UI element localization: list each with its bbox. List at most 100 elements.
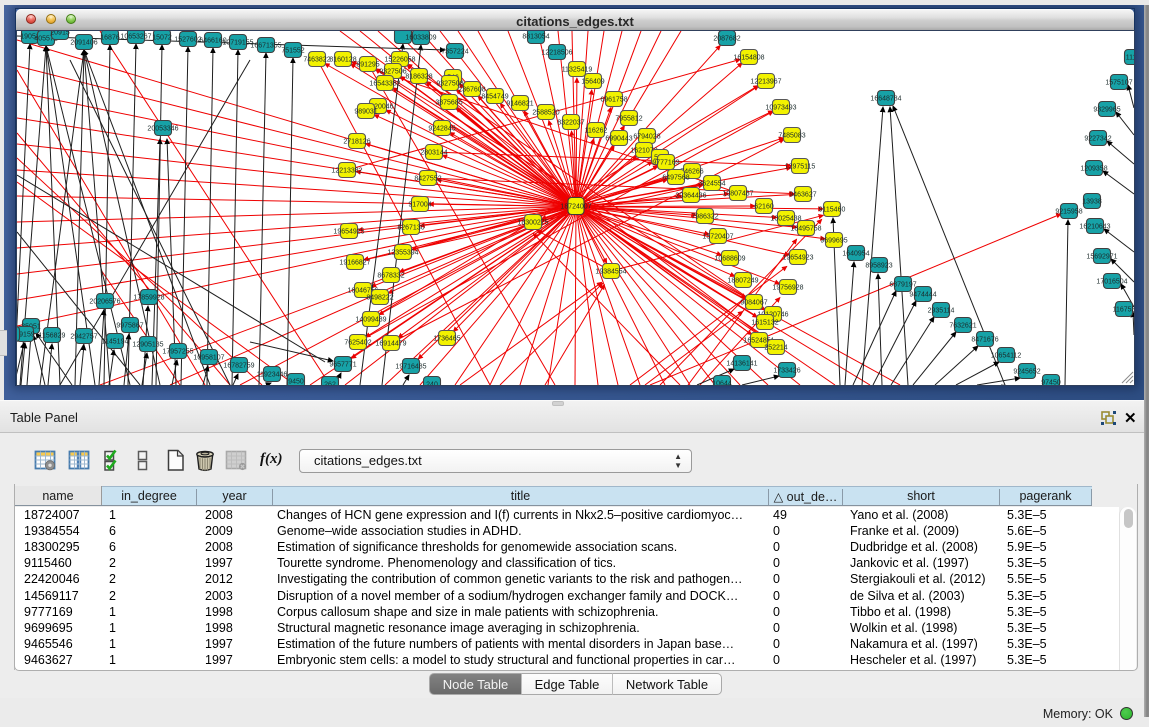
svg-text:16782759: 16782759 xyxy=(223,363,254,370)
svg-text:9474444: 9474444 xyxy=(909,292,936,299)
svg-text:62160: 62160 xyxy=(754,204,774,211)
svg-text:18495758: 18495758 xyxy=(790,226,821,233)
svg-text:17859928: 17859928 xyxy=(133,295,164,302)
svg-text:156409: 156409 xyxy=(581,79,604,86)
svg-text:19654923: 19654923 xyxy=(782,255,813,262)
svg-text:9084067: 9084067 xyxy=(740,300,767,307)
svg-text:3624554: 3624554 xyxy=(698,181,725,188)
svg-text:15720407: 15720407 xyxy=(702,234,733,241)
svg-text:10025438: 10025438 xyxy=(770,216,801,223)
svg-text:10688609: 10688609 xyxy=(714,256,745,263)
svg-text:16210643: 16210643 xyxy=(1079,224,1110,231)
svg-text:2803144: 2803144 xyxy=(420,150,447,157)
svg-text:1156829: 1156829 xyxy=(39,333,66,340)
svg-text:17016504: 17016504 xyxy=(1096,279,1127,286)
svg-text:9245652: 9245652 xyxy=(1013,369,1040,376)
svg-text:20206576: 20206576 xyxy=(89,299,120,306)
svg-text:16154808: 16154808 xyxy=(733,55,764,62)
svg-text:7357224: 7357224 xyxy=(441,49,468,56)
svg-text:2367608: 2367608 xyxy=(458,87,485,94)
svg-text:9146821: 9146821 xyxy=(506,101,533,108)
svg-text:9657771: 9657771 xyxy=(329,362,356,369)
svg-text:1736465: 1736465 xyxy=(433,336,460,343)
svg-text:6794028: 6794028 xyxy=(633,134,660,141)
svg-text:10958107: 10958107 xyxy=(193,355,224,362)
svg-text:8678332: 8678332 xyxy=(377,273,404,280)
svg-text:19716485: 19716485 xyxy=(395,364,426,371)
svg-text:1575107: 1575107 xyxy=(1105,80,1132,87)
svg-text:10644: 10644 xyxy=(712,381,732,386)
svg-text:97450: 97450 xyxy=(1041,380,1061,386)
svg-text:8498222: 8498222 xyxy=(366,295,393,302)
svg-text:240: 240 xyxy=(426,382,438,386)
svg-text:10807487: 10807487 xyxy=(722,191,753,198)
svg-text:3875685: 3875685 xyxy=(435,100,462,107)
svg-text:252214: 252214 xyxy=(764,345,787,352)
svg-text:1615132: 1615132 xyxy=(751,320,778,327)
svg-text:16033809: 16033809 xyxy=(405,35,436,42)
svg-text:6879197: 6879197 xyxy=(889,282,916,289)
svg-text:116753: 116753 xyxy=(1113,307,1134,314)
svg-text:9329965: 9329965 xyxy=(1093,107,1120,114)
svg-text:14136141: 14136141 xyxy=(726,361,757,368)
svg-text:12975115: 12975115 xyxy=(785,164,816,171)
svg-text:16648784: 16648784 xyxy=(870,96,901,103)
svg-text:1640954: 1640954 xyxy=(842,251,869,258)
svg-text:7955812: 7955812 xyxy=(615,116,642,123)
svg-text:7625402: 7625402 xyxy=(344,340,371,347)
svg-text:2091406: 2091406 xyxy=(70,40,97,47)
svg-text:2935114: 2935114 xyxy=(928,308,955,315)
svg-text:7632621: 7632621 xyxy=(949,323,976,330)
svg-text:7463822: 7463822 xyxy=(303,57,330,64)
svg-text:17957255: 17957255 xyxy=(162,349,193,356)
svg-text:13938: 13938 xyxy=(1082,199,1102,206)
svg-text:11923446: 11923446 xyxy=(257,372,288,379)
svg-text:9227342: 9227342 xyxy=(1084,136,1111,143)
svg-text:9215958: 9215958 xyxy=(1055,209,1082,216)
svg-text:1733426: 1733426 xyxy=(773,368,800,375)
svg-text:1145194: 1145194 xyxy=(102,339,129,346)
svg-text:9327506: 9327506 xyxy=(379,69,406,76)
svg-text:6961758: 6961758 xyxy=(600,97,627,104)
svg-text:8186328: 8186328 xyxy=(405,74,432,81)
svg-text:917004: 917004 xyxy=(408,202,431,209)
svg-text:751552: 751552 xyxy=(281,48,304,55)
svg-text:14099489: 14099489 xyxy=(355,317,386,324)
svg-text:9242845: 9242845 xyxy=(428,126,455,133)
svg-text:12213967: 12213967 xyxy=(750,79,781,86)
svg-text:262: 262 xyxy=(324,382,336,386)
svg-text:20053346: 20053346 xyxy=(147,126,178,133)
svg-text:7485083: 7485083 xyxy=(778,133,805,140)
svg-text:989031: 989031 xyxy=(354,109,377,116)
svg-text:6990443: 6990443 xyxy=(605,136,632,143)
svg-text:891295: 891295 xyxy=(356,62,379,69)
svg-text:18724007: 18724007 xyxy=(560,204,591,211)
svg-text:7986322: 7986322 xyxy=(691,214,718,221)
svg-text:2588520: 2588520 xyxy=(532,110,559,117)
svg-text:19756928: 19756928 xyxy=(772,285,803,292)
svg-text:19654925: 19654925 xyxy=(333,229,364,236)
svg-text:2942757: 2942757 xyxy=(70,334,97,341)
svg-text:9115460: 9115460 xyxy=(819,207,846,214)
svg-text:8454749: 8454749 xyxy=(481,94,508,101)
svg-text:19384554: 19384554 xyxy=(595,269,626,276)
svg-text:12905135: 12905135 xyxy=(132,342,163,349)
svg-text:2718126: 2718126 xyxy=(343,139,370,146)
svg-text:9777169: 9777169 xyxy=(652,160,679,167)
svg-text:8813054: 8813054 xyxy=(522,34,549,41)
svg-text:16543382: 16543382 xyxy=(369,81,400,88)
svg-text:16671355: 16671355 xyxy=(250,43,281,50)
svg-text:12213382: 12213382 xyxy=(331,168,362,175)
svg-text:10653267: 10653267 xyxy=(120,34,151,41)
svg-text:8322037: 8322037 xyxy=(557,120,584,127)
svg-text:12218506: 12218506 xyxy=(541,50,572,57)
svg-text:10973493: 10973493 xyxy=(765,105,796,112)
svg-text:8427552: 8427552 xyxy=(414,176,441,183)
svg-text:8160128: 8160128 xyxy=(329,57,356,64)
svg-text:10654112: 10654112 xyxy=(991,353,1022,360)
svg-text:15226058: 15226058 xyxy=(384,57,415,64)
svg-text:6497568: 6497568 xyxy=(662,175,689,182)
svg-text:9699695: 9699695 xyxy=(820,238,847,245)
svg-text:9450: 9450 xyxy=(288,379,304,386)
svg-text:1117: 1117 xyxy=(1126,55,1134,62)
